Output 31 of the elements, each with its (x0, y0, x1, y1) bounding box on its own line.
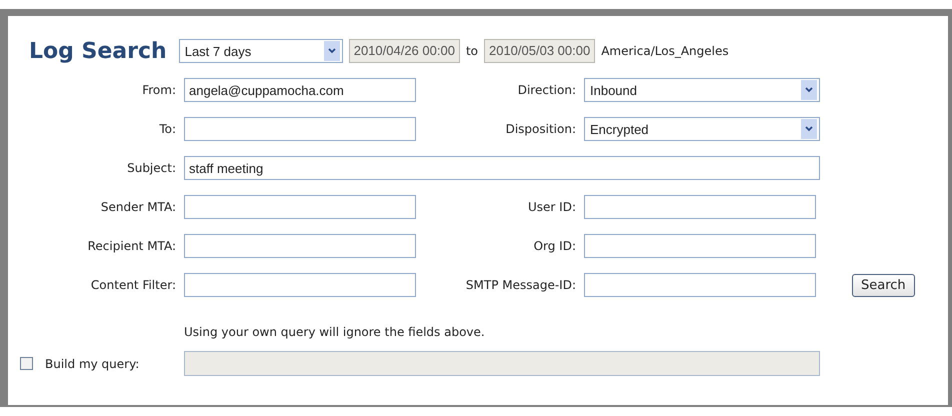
input-field[interactable] (584, 273, 816, 297)
input-field[interactable] (184, 117, 416, 141)
field-label: To: (159, 122, 176, 136)
field-label: From: (142, 83, 176, 97)
field-label: Recipient MTA: (88, 239, 176, 253)
field-label: Sender MTA: (100, 200, 176, 214)
select-field[interactable]: Inbound (584, 78, 820, 102)
input-field[interactable]: staff meeting (184, 156, 820, 180)
field-label: User ID: (528, 200, 576, 214)
input-field[interactable] (184, 234, 416, 258)
page-title: Log Search (29, 38, 167, 64)
input-field[interactable] (584, 195, 816, 219)
select-field[interactable]: Encrypted (584, 117, 820, 141)
query-note: Using your own query will ignore the fields above. (184, 325, 485, 339)
field-label: Subject: (127, 161, 176, 175)
to-label: to (466, 44, 478, 58)
search-button[interactable]: Search (852, 274, 915, 296)
checkbox-label: Build my query: (45, 356, 140, 370)
input-field[interactable] (184, 195, 416, 219)
field-label: SMTP Message-ID: (466, 278, 576, 292)
input-field[interactable] (584, 234, 816, 258)
input-field[interactable] (184, 273, 416, 297)
field-label: Disposition: (506, 122, 576, 136)
field-label: Direction: (518, 83, 576, 97)
timezone-label: America/Los_Angeles (601, 44, 729, 58)
input-field[interactable]: angela@cuppamocha.com (184, 78, 416, 102)
end-date-field[interactable]: 2010/05/03 00:00 (484, 39, 596, 63)
range-select[interactable]: Last 7 days (178, 39, 343, 63)
start-date-field[interactable]: 2010/04/26 00:00 (348, 39, 460, 63)
field-label: Content Filter: (90, 278, 176, 292)
field-label: Org ID: (534, 239, 576, 253)
